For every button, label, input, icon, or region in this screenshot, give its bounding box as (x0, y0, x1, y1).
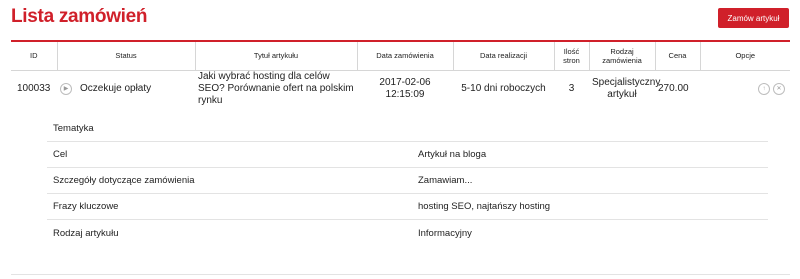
order-type: Specjalistyczny artykuł (592, 76, 661, 100)
detail-value: Informacyjny (418, 227, 472, 239)
detail-row-order-details: Szczegóły dotyczące zamówienia Zamawiam.… (47, 168, 768, 194)
column-header-title: Tytuł artykułu (194, 42, 357, 71)
column-header-order-type: Rodzaj zamówienia (588, 42, 655, 71)
column-header-options: Opcje (699, 42, 790, 71)
article-title: Jaki wybrać hosting dla celów SEO? Porów… (198, 70, 354, 106)
column-header-pages: Ilość stron (553, 42, 589, 71)
detail-value: Zamawiam... (418, 175, 473, 186)
order-details-panel: Tematyka Cel Artykuł na bloga Szczegóły … (47, 116, 768, 246)
detail-value: Artykuł na bloga (418, 149, 487, 160)
detail-label: Rodzaj artykułu (53, 227, 119, 239)
options-cell: ↑ ✕ (700, 70, 790, 107)
page-title: Lista zamówień (11, 6, 148, 27)
detail-value: hosting SEO, najtańszy hosting (418, 201, 551, 212)
status-cell: ▶ Oczekuje opłaty (57, 70, 195, 107)
orders-table-container: ID Status Tytuł artykułu Data zamówienia… (11, 40, 790, 107)
close-icon[interactable]: ✕ (773, 82, 785, 95)
order-article-button[interactable]: Zamów artykuł (718, 8, 789, 28)
order-status: Oczekuje opłaty (80, 82, 152, 94)
detail-label: Frazy kluczowe (53, 201, 119, 212)
play-icon[interactable]: ▶ (60, 82, 72, 95)
detail-row-keywords: Frazy kluczowe hosting SEO, najtańszy ho… (47, 194, 768, 220)
divider (11, 274, 790, 275)
column-header-price: Cena (654, 42, 700, 71)
orders-table: ID Status Tytuł artykułu Data zamówienia… (11, 42, 790, 107)
page-count: 3 (568, 82, 575, 94)
column-header-completion-date: Data realizacji (452, 42, 554, 71)
detail-row-topic: Tematyka (47, 116, 768, 142)
column-header-order-date: Data zamówienia (356, 42, 453, 71)
column-header-id: ID (11, 42, 57, 71)
column-header-status: Status (56, 42, 195, 71)
order-date: 2017-02-06 12:15:09 (379, 76, 431, 100)
detail-label: Szczegóły dotyczące zamówienia (53, 175, 195, 186)
detail-row-article-type: Rodzaj artykułu Informacyjny (47, 220, 768, 246)
table-header-row: ID Status Tytuł artykułu Data zamówienia… (11, 42, 790, 71)
order-id: 100033 (17, 82, 51, 94)
price: 270.00 (658, 82, 689, 94)
detail-row-goal: Cel Artykuł na bloga (47, 142, 768, 168)
detail-label: Cel (53, 149, 68, 160)
detail-label: Tematyka (53, 123, 94, 134)
table-row[interactable]: 100033 ▶ Oczekuje opłaty Jaki wybrać hos… (11, 70, 790, 107)
completion-date: 5-10 dni roboczych (461, 82, 546, 94)
arrow-up-icon[interactable]: ↑ (758, 82, 770, 95)
